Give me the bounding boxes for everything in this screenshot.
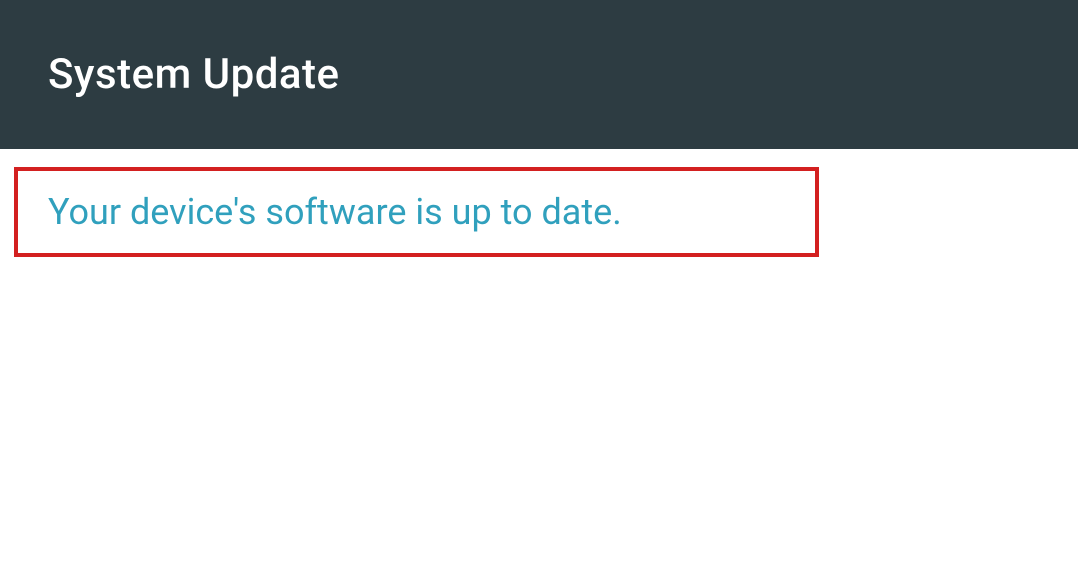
- status-highlight-box: Your device's software is up to date.: [14, 167, 819, 257]
- status-message: Your device's software is up to date.: [48, 191, 785, 233]
- app-header: System Update: [0, 0, 1078, 149]
- page-title: System Update: [48, 50, 340, 99]
- main-content: Your device's software is up to date.: [0, 149, 1078, 275]
